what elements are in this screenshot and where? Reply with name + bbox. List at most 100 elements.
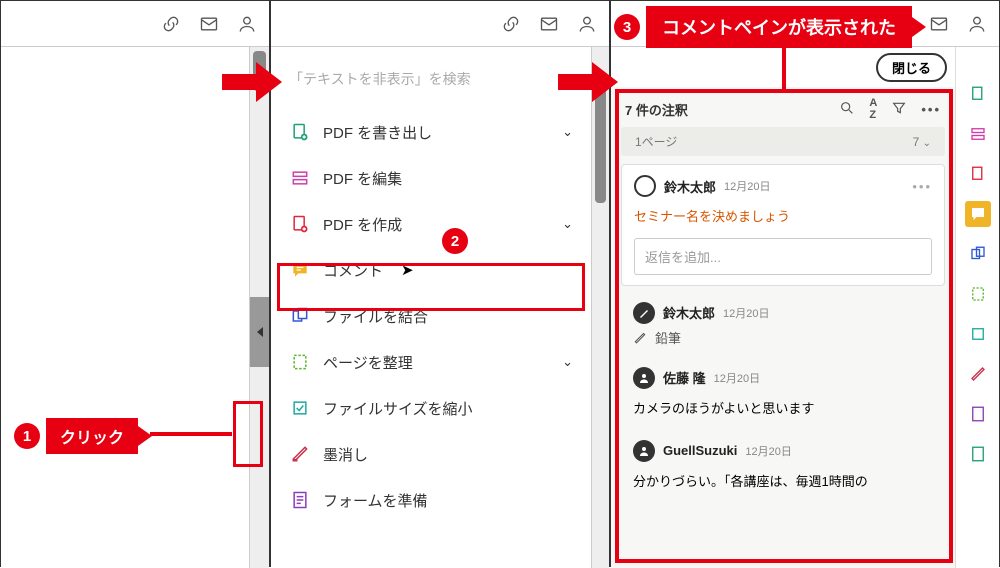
panel-1-toolbar	[1, 1, 269, 47]
export-icon	[289, 121, 311, 143]
redact-icon[interactable]	[965, 361, 991, 387]
create-icon	[289, 213, 311, 235]
callout-1-connector	[150, 432, 232, 436]
cursor-icon: ➤	[401, 261, 414, 279]
comment-date: 12月20日	[724, 178, 770, 194]
export-icon[interactable]	[965, 81, 991, 107]
comment-item[interactable]: GuellSuzuki 12月20日 分かりづらい。「各講座は、毎週1時間の	[621, 434, 945, 499]
scrollbar[interactable]	[591, 47, 609, 568]
arrow-1-to-2	[222, 60, 282, 109]
tool-optimize[interactable]: ファイルサイズを縮小	[271, 385, 591, 431]
chevron-down-icon: ⌄	[562, 354, 573, 370]
search-icon[interactable]	[839, 100, 855, 119]
tool-label: フォームを準備	[323, 490, 428, 511]
page-label: 1ページ	[635, 133, 677, 150]
create-icon[interactable]	[965, 161, 991, 187]
mail-icon[interactable]	[927, 12, 951, 36]
tool-label: ファイルサイズを縮小	[323, 398, 473, 419]
comment-item[interactable]: 鈴木太郎 12月20日 鉛筆	[621, 296, 945, 353]
mail-icon[interactable]	[197, 12, 221, 36]
callout-1: 1 クリック	[14, 418, 138, 454]
person-icon[interactable]	[575, 12, 599, 36]
tool-label: コメント	[323, 260, 383, 281]
callout-number-3: 3	[614, 14, 640, 40]
person-icon[interactable]	[235, 12, 259, 36]
arrow-2-to-3	[558, 60, 618, 109]
tool-label: ページを整理	[323, 352, 413, 373]
callout-label-1: クリック	[46, 418, 138, 454]
more-icon[interactable]: •••	[921, 102, 941, 117]
combine-icon	[289, 305, 311, 327]
comment-icon[interactable]	[965, 201, 991, 227]
tool-list: PDF を書き出し ⌄ PDF を編集 PDF を作成	[271, 95, 591, 523]
tool-export-pdf[interactable]: PDF を書き出し ⌄	[271, 109, 591, 155]
comment-body: カメラのほうがよいと思います	[633, 399, 933, 420]
comment-date: 12月20日	[714, 370, 760, 386]
scrollbar[interactable]	[249, 47, 269, 568]
organize-icon[interactable]	[965, 281, 991, 307]
reply-placeholder: 返信を追加...	[645, 250, 721, 265]
tool-label: 墨消し	[323, 444, 368, 465]
optimize-icon[interactable]	[965, 321, 991, 347]
highlight-anno-icon	[634, 175, 656, 197]
close-button[interactable]: 閉じる	[876, 53, 947, 82]
person-avatar-icon	[633, 440, 655, 462]
tool-organize[interactable]: ページを整理 ⌄	[271, 339, 591, 385]
edit-icon	[289, 167, 311, 189]
tool-label: PDF を編集	[323, 168, 402, 189]
chevron-down-icon: ⌄	[923, 138, 931, 149]
pencil-anno-icon	[633, 302, 655, 324]
comment-more-icon[interactable]: •••	[912, 179, 932, 194]
search-placeholder: 「テキストを非表示」を検索	[289, 71, 471, 87]
tool-create-pdf[interactable]: PDF を作成 ⌄	[271, 201, 591, 247]
comment-user: 佐藤 隆	[663, 368, 706, 387]
organize-icon	[289, 351, 311, 373]
callout-number-1: 1	[14, 423, 40, 449]
person-icon[interactable]	[965, 12, 989, 36]
tool-form[interactable]: フォームを準備	[271, 477, 591, 523]
callout-number-2: 2	[442, 228, 468, 254]
reply-input[interactable]: 返信を追加...	[634, 238, 932, 275]
comment-item[interactable]: 佐藤 隆 12月20日 カメラのほうがよいと思います	[621, 361, 945, 426]
callout-3: 3 コメントペインが表示された	[614, 6, 912, 48]
comment-icon	[289, 259, 311, 281]
comment-date: 12月20日	[745, 443, 791, 459]
comment-tool-label: 鉛筆	[655, 328, 681, 347]
tool-label: PDF を作成	[323, 214, 402, 235]
filter-icon[interactable]	[891, 100, 907, 119]
tool-edit-pdf[interactable]: PDF を編集	[271, 155, 591, 201]
expand-handle[interactable]	[250, 297, 269, 367]
link-icon[interactable]	[499, 12, 523, 36]
tool-label: ファイルを結合	[323, 306, 428, 327]
mail-icon[interactable]	[537, 12, 561, 36]
optimize-icon	[289, 397, 311, 419]
comment-card[interactable]: 鈴木太郎 12月20日 ••• セミナー名を決めましょう 返信を追加...	[621, 164, 945, 286]
tool-comment[interactable]: コメント ➤	[271, 247, 591, 293]
sort-icon[interactable]: AZ	[869, 97, 877, 121]
callout-label-3: コメントペインが表示された	[646, 6, 912, 48]
tool-combine[interactable]: ファイルを結合	[271, 293, 591, 339]
tool-redact[interactable]: 墨消し	[271, 431, 591, 477]
form-icon	[289, 489, 311, 511]
redact-icon	[289, 443, 311, 465]
page-strip[interactable]: 1ページ 7 ⌄	[621, 127, 945, 156]
form-icon[interactable]	[965, 401, 991, 427]
chevron-down-icon: ⌄	[562, 124, 573, 140]
combine-icon[interactable]	[965, 241, 991, 267]
search-input[interactable]: 「テキストを非表示」を検索	[271, 53, 591, 95]
chevron-down-icon: ⌄	[562, 216, 573, 232]
comments-header: 7 件の注釈 AZ •••	[611, 87, 955, 127]
panel-2-toolbar	[271, 1, 609, 47]
comment-body: セミナー名を決めましょう	[634, 207, 932, 228]
comment-user: 鈴木太郎	[664, 177, 716, 196]
link-icon[interactable]	[159, 12, 183, 36]
more-tool-icon[interactable]	[965, 441, 991, 467]
tool-label: PDF を書き出し	[323, 122, 432, 143]
person-avatar-icon	[633, 367, 655, 389]
edit-icon[interactable]	[965, 121, 991, 147]
right-tool-rail	[955, 47, 999, 568]
document-area	[1, 47, 249, 568]
callout-2: 2	[442, 228, 468, 254]
comment-user: 鈴木太郎	[663, 303, 715, 322]
comment-user: GuellSuzuki	[663, 443, 737, 458]
